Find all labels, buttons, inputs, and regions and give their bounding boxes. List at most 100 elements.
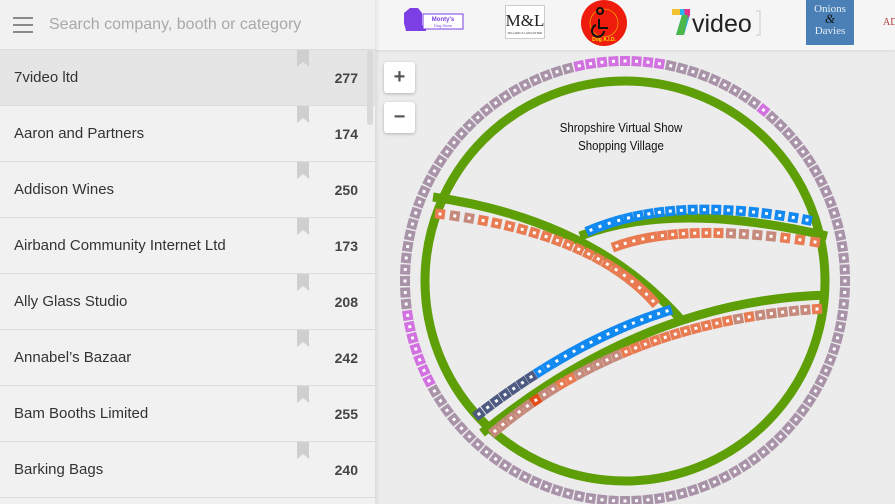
booth[interactable] xyxy=(699,204,710,215)
bookmark-icon[interactable] xyxy=(297,162,309,179)
booth[interactable] xyxy=(401,309,414,322)
bookmark-icon[interactable] xyxy=(297,274,309,291)
booth[interactable] xyxy=(422,174,436,188)
booth[interactable] xyxy=(838,252,850,264)
booth[interactable] xyxy=(632,209,645,222)
exhibitor-row[interactable]: Aaron and Partners 174 xyxy=(0,106,375,162)
booth[interactable] xyxy=(642,494,654,504)
sponsor-logo-montys[interactable]: Monty's Dog Store xyxy=(400,5,465,33)
booth[interactable] xyxy=(707,475,722,489)
booth[interactable] xyxy=(406,331,419,345)
booth[interactable] xyxy=(400,264,411,275)
booth[interactable] xyxy=(710,317,723,330)
menu-icon[interactable] xyxy=(13,16,33,33)
bookmark-icon[interactable] xyxy=(297,386,309,403)
booth[interactable] xyxy=(646,231,659,243)
booth[interactable] xyxy=(675,487,689,500)
exhibitor-row[interactable]: Ally Glass Studio 208 xyxy=(0,274,375,330)
list-scrollbar[interactable] xyxy=(367,50,373,125)
booth[interactable] xyxy=(686,65,700,79)
booth[interactable] xyxy=(584,492,597,504)
sponsor-logo-ml[interactable]: M&L MILLARD & LANCASTER xyxy=(505,5,545,39)
booth[interactable] xyxy=(765,307,777,320)
booth[interactable] xyxy=(528,475,543,489)
booth[interactable] xyxy=(689,227,700,239)
booth[interactable] xyxy=(676,205,687,216)
booth[interactable] xyxy=(518,470,532,484)
booth[interactable] xyxy=(738,228,750,240)
booth[interactable] xyxy=(463,212,475,224)
booth[interactable] xyxy=(711,204,722,215)
booth[interactable] xyxy=(687,204,698,215)
booth[interactable] xyxy=(653,492,666,504)
booth[interactable] xyxy=(561,62,575,75)
booth[interactable] xyxy=(700,319,713,332)
booth[interactable] xyxy=(409,342,423,356)
bookmark-icon[interactable] xyxy=(297,442,309,459)
booth[interactable] xyxy=(631,495,642,504)
booth[interactable] xyxy=(401,240,414,253)
exhibitor-row[interactable]: Bam Booths Limited 255 xyxy=(0,386,375,442)
booth[interactable] xyxy=(814,374,828,388)
booth[interactable] xyxy=(839,264,850,275)
booth[interactable] xyxy=(400,298,412,310)
booth[interactable] xyxy=(653,57,666,70)
booth[interactable] xyxy=(788,305,800,317)
sponsor-logo-7video[interactable]: video xyxy=(670,5,765,40)
booth[interactable] xyxy=(620,56,630,66)
booth[interactable] xyxy=(528,226,541,240)
booth[interactable] xyxy=(642,56,654,68)
booth[interactable] xyxy=(834,229,847,242)
exhibitor-row[interactable]: Annabel’s Bazaar 242 xyxy=(0,330,375,386)
booth[interactable] xyxy=(400,287,411,298)
booth[interactable] xyxy=(827,342,841,356)
booth[interactable] xyxy=(840,276,850,286)
booth[interactable] xyxy=(701,227,712,238)
booth[interactable] xyxy=(823,353,837,367)
booth[interactable] xyxy=(400,276,410,286)
booth[interactable] xyxy=(667,229,679,240)
booth[interactable] xyxy=(839,287,850,298)
booth[interactable] xyxy=(413,353,427,367)
booth[interactable] xyxy=(765,230,777,242)
booth[interactable] xyxy=(516,223,529,236)
exhibitor-row[interactable]: Airband Community Internet Ltd 173 xyxy=(0,218,375,274)
booth[interactable] xyxy=(434,208,446,220)
bookmark-icon[interactable] xyxy=(297,330,309,347)
booth[interactable] xyxy=(779,232,791,244)
booth[interactable] xyxy=(620,496,630,504)
show-map[interactable]: + − Shropshire Virtual Show Shopping Vil… xyxy=(375,50,895,504)
booth[interactable] xyxy=(664,59,677,72)
booth[interactable] xyxy=(723,204,734,216)
booth[interactable] xyxy=(811,303,823,315)
booth[interactable] xyxy=(550,483,564,497)
sponsor-logo-onions-davies[interactable]: Onions & Davies xyxy=(806,0,854,45)
booth[interactable] xyxy=(827,206,841,220)
booth[interactable] xyxy=(814,174,828,188)
booth[interactable] xyxy=(608,56,619,67)
booth[interactable] xyxy=(669,327,682,341)
booth[interactable] xyxy=(751,229,763,241)
booth[interactable] xyxy=(819,363,833,378)
booth[interactable] xyxy=(539,479,553,493)
booth[interactable] xyxy=(721,315,734,327)
booth[interactable] xyxy=(679,324,692,338)
booth[interactable] xyxy=(678,228,689,239)
search-input[interactable] xyxy=(47,14,341,35)
booth[interactable] xyxy=(417,184,431,199)
booth[interactable] xyxy=(718,78,732,92)
booth[interactable] xyxy=(732,313,745,325)
booth[interactable] xyxy=(707,73,722,87)
booth[interactable] xyxy=(664,490,677,503)
booth[interactable] xyxy=(403,229,416,242)
booth[interactable] xyxy=(539,69,553,83)
booth[interactable] xyxy=(735,205,747,217)
booth[interactable] xyxy=(518,78,532,92)
booth[interactable] xyxy=(725,228,737,239)
booth[interactable] xyxy=(819,184,833,199)
booth[interactable] xyxy=(697,69,711,83)
booth[interactable] xyxy=(596,56,608,68)
booth[interactable] xyxy=(490,217,503,230)
booth[interactable] xyxy=(718,470,732,484)
exhibitor-row[interactable]: Barking Bags 240 xyxy=(0,442,375,498)
